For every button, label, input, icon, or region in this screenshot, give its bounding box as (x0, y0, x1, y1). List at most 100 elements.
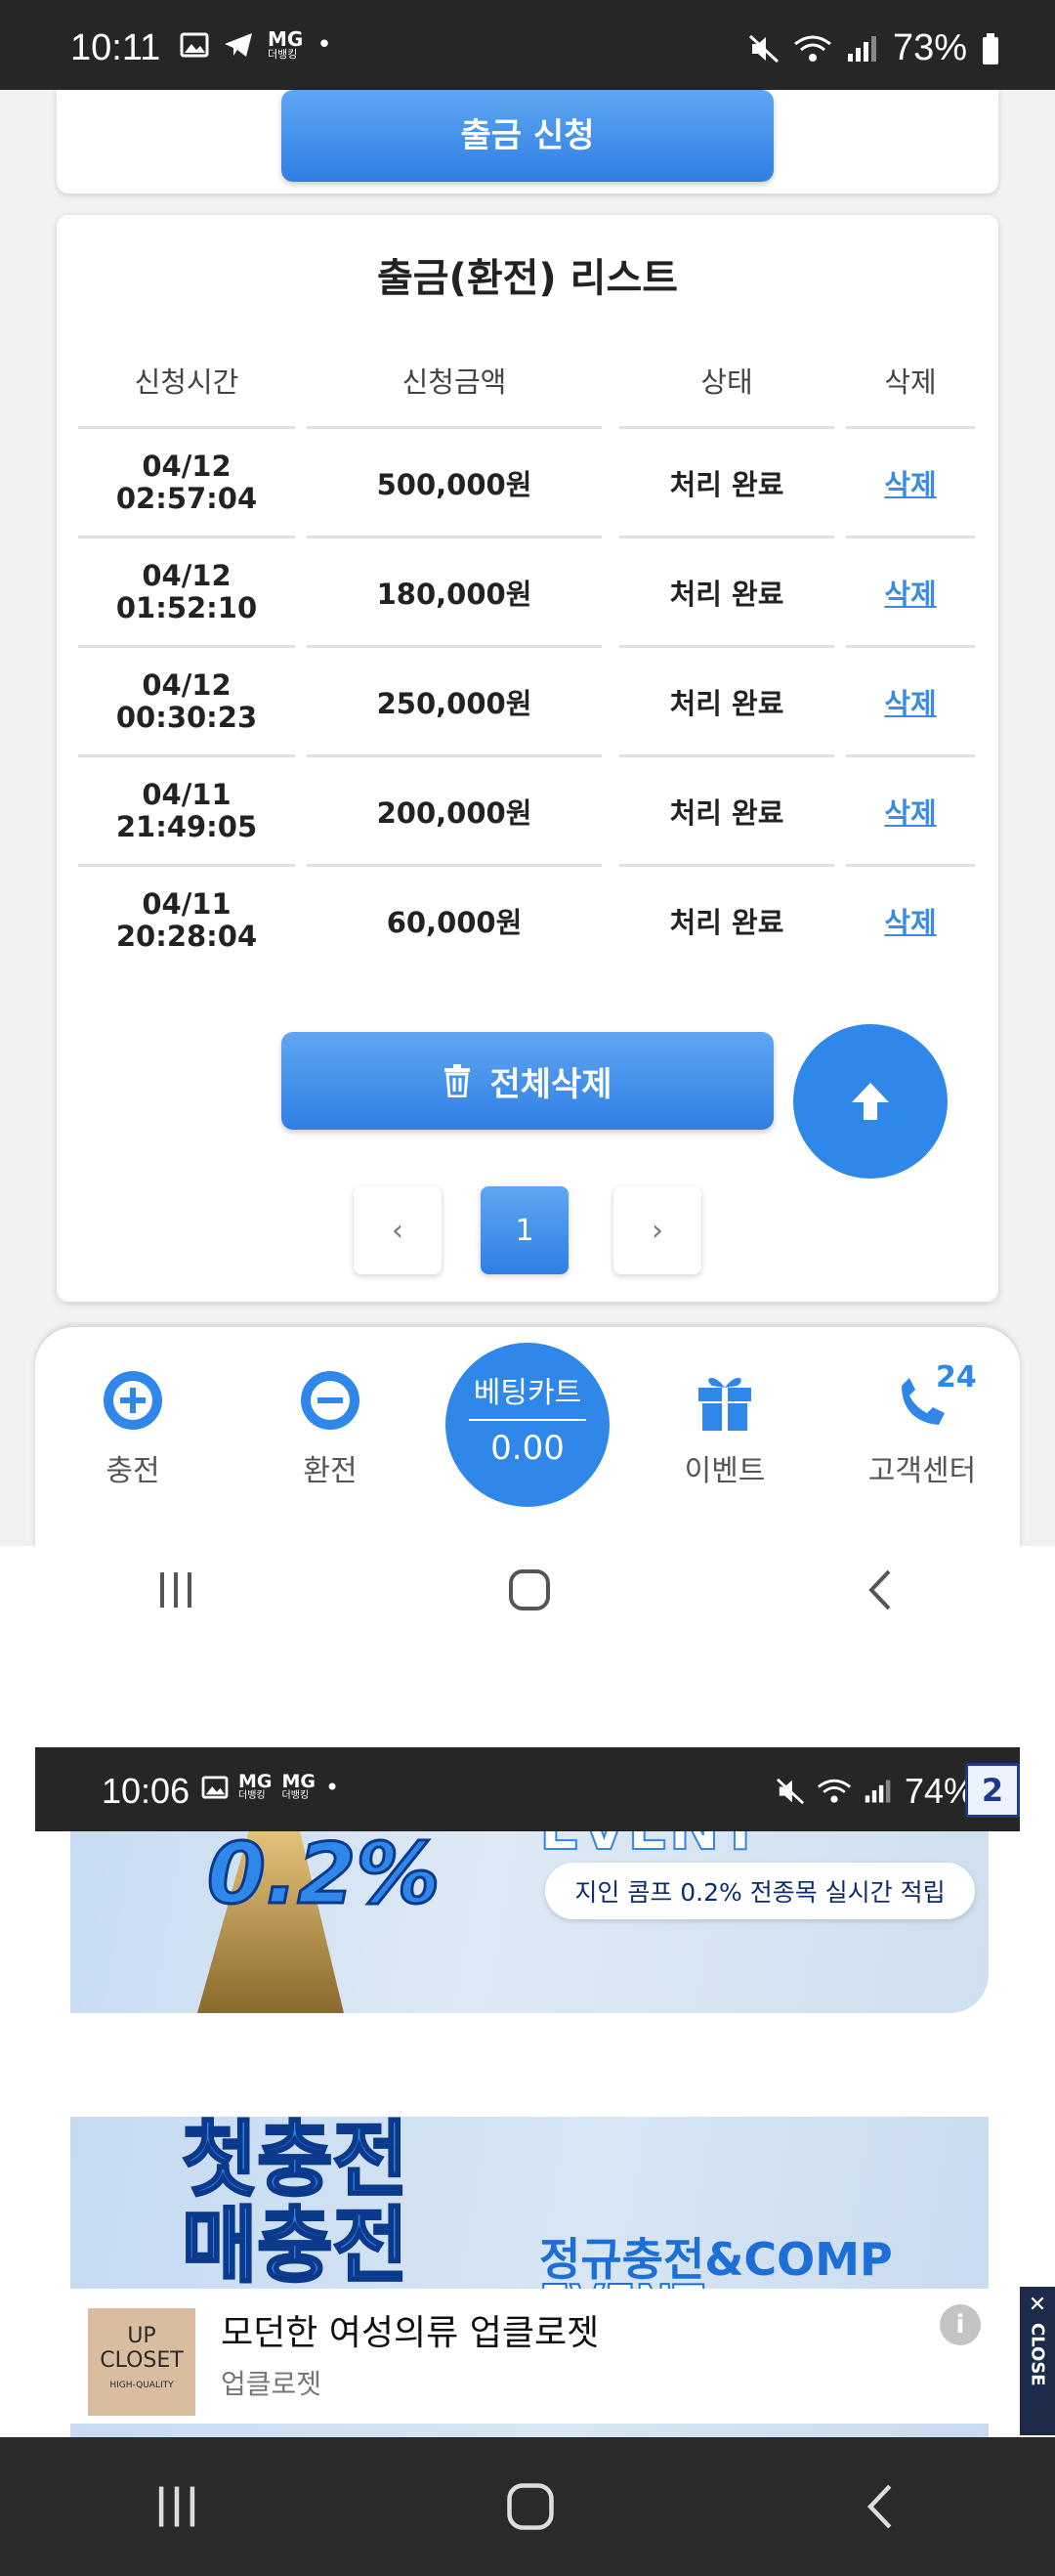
page-badge: 2 (965, 1763, 1020, 1818)
row-delete-link[interactable]: 삭제 (884, 462, 936, 503)
mute-icon (748, 34, 779, 63)
battery-percent: 73% (892, 27, 967, 68)
comp-event-banner[interactable]: 0.2% EVENT 지인 콤프 0.2% 전종목 실시간 적립 (70, 1831, 989, 2013)
mg-label: MG (238, 1771, 273, 1792)
row-status: 처리 완료 (669, 687, 784, 720)
row-delete-link[interactable]: 삭제 (884, 900, 936, 941)
banner1-event: EVENT (538, 1831, 762, 1865)
header-delete: 삭제 (884, 365, 937, 399)
mg-label: MG (281, 1771, 316, 1792)
pagination-current-page[interactable]: 1 (481, 1186, 569, 1274)
back-icon[interactable] (862, 1567, 901, 1612)
back-icon[interactable] (860, 2481, 903, 2532)
row-amount: 200,000원 (376, 796, 532, 830)
system-nav (0, 1546, 1055, 1634)
home-icon[interactable] (505, 2481, 556, 2532)
row-date: 04/12 (142, 667, 232, 702)
header-time: 신청시간 (134, 365, 239, 399)
divider (619, 754, 834, 757)
scroll-top-button[interactable] (793, 1024, 948, 1179)
nav-exchange[interactable]: 환전 (242, 1366, 418, 1489)
status-time: 10:11 (70, 27, 161, 68)
signal-icon (865, 1780, 891, 1803)
battery-icon (983, 32, 998, 64)
divider (78, 864, 295, 867)
row-amount: 500,000원 (376, 468, 532, 501)
delete-all-label: 전체삭제 (489, 1064, 612, 1104)
row-delete-link[interactable]: 삭제 (884, 681, 936, 722)
row-datetime: 04/12 02:57:04 (78, 430, 295, 536)
recent-apps-icon[interactable] (154, 1568, 197, 1611)
bet-cart-button[interactable]: 베팅카트 0.00 (445, 1343, 610, 1507)
ad-logo-line2: CLOSET (100, 2348, 184, 2373)
pagination-next-button[interactable]: › (613, 1186, 701, 1274)
telegram-icon (225, 32, 252, 57)
row-time: 01:52:10 (115, 591, 258, 624)
divider (846, 426, 975, 429)
ad-logo-line1: UP (127, 2324, 156, 2348)
nav-charge[interactable]: 충전 (45, 1366, 221, 1489)
dot-icon: • (325, 1773, 340, 1801)
pagination-prev-button[interactable]: ‹ (354, 1186, 442, 1274)
mg-sub: 더뱅킹 (281, 1790, 310, 1801)
support-badge: 24 (936, 1360, 977, 1395)
ad-close-button[interactable]: ✕ CLOSE (1020, 2287, 1055, 2435)
divider (846, 864, 975, 867)
divider (78, 426, 295, 429)
row-datetime: 04/12 01:52:10 (78, 539, 295, 645)
status-bar-2: 10:06 MG 더뱅킹 MG 더뱅킹 • 74% 2 (35, 1747, 1020, 1831)
bet-cart-label: 베팅카트 (473, 1376, 582, 1410)
apply-withdrawal-button[interactable]: 출금 신청 (281, 90, 774, 182)
gallery-icon (201, 1775, 229, 1799)
row-datetime: 04/11 20:28:04 (78, 868, 295, 973)
row-delete-link[interactable]: 삭제 (884, 572, 936, 613)
row-date: 04/12 (142, 449, 232, 483)
mg-notification: MG 더뱅킹 (282, 1773, 316, 1801)
row-time: 21:49:05 (115, 810, 258, 843)
ad-banner[interactable]: UP CLOSET HIGH-QUALITY 모던한 여성의류 업클로젯 업클로… (61, 2289, 994, 2424)
row-amount: 180,000원 (376, 578, 532, 611)
delete-all-button[interactable]: 전체삭제 (281, 1032, 774, 1130)
ad-logo-line3: HIGH-QUALITY (109, 2381, 174, 2390)
system-nav-2 (0, 2437, 1055, 2576)
divider (307, 864, 602, 867)
status-left-icons: MG 더뱅킹 • (180, 29, 332, 60)
ad-info-icon[interactable]: i (940, 2304, 981, 2345)
banner1-caption: 지인 콤프 0.2% 전종목 실시간 적립 (545, 1863, 975, 1919)
arrow-up-icon (852, 1083, 889, 1120)
divider (846, 536, 975, 538)
recent-apps-icon[interactable] (152, 2482, 201, 2531)
nav-event-label: 이벤트 (684, 1454, 766, 1488)
mg-notification: MG 더뱅킹 (238, 1773, 273, 1801)
row-status: 처리 완료 (669, 906, 784, 939)
second-screenshot: 10:06 MG더뱅킹 MG더뱅킹 • 74% 2 0.2% EVENT 지인 … (35, 1747, 1020, 2437)
mg-sub: 더뱅킹 (268, 48, 298, 61)
row-amount: 60,000원 (386, 906, 523, 939)
wifi-icon (794, 35, 831, 62)
row-amount: 250,000원 (376, 687, 532, 720)
nav-support[interactable]: 24 고객센터 (834, 1360, 1010, 1489)
list-title: 출금(환전) 리스트 (376, 256, 679, 301)
nav-support-label: 고객센터 (867, 1454, 977, 1488)
status-time-2: 10:06 (102, 1771, 190, 1811)
banner2-line2: 매충전 (181, 2198, 410, 2295)
divider (78, 536, 295, 538)
mg-label: MG (268, 27, 304, 51)
status-right-2: 74% (776, 1771, 975, 1812)
banner1-percent: 0.2% (206, 1831, 443, 1925)
nav-event[interactable]: 이벤트 (637, 1366, 813, 1489)
ad-title: 모던한 여성의류 업클로젯 (221, 2313, 600, 2353)
apply-card: 출금 신청 (57, 90, 998, 193)
signal-icon (847, 35, 876, 62)
close-x-icon: ✕ (1028, 2293, 1047, 2317)
row-time: 02:57:04 (115, 482, 258, 515)
divider (307, 754, 602, 757)
divider (619, 864, 834, 867)
home-icon[interactable] (507, 1567, 552, 1612)
row-delete-link[interactable]: 삭제 (884, 791, 936, 832)
gallery-icon (180, 32, 209, 57)
ad-logo: UP CLOSET HIGH-QUALITY (88, 2308, 195, 2416)
divider (619, 536, 834, 538)
divider (619, 426, 834, 429)
row-datetime: 04/12 00:30:23 (78, 649, 295, 754)
